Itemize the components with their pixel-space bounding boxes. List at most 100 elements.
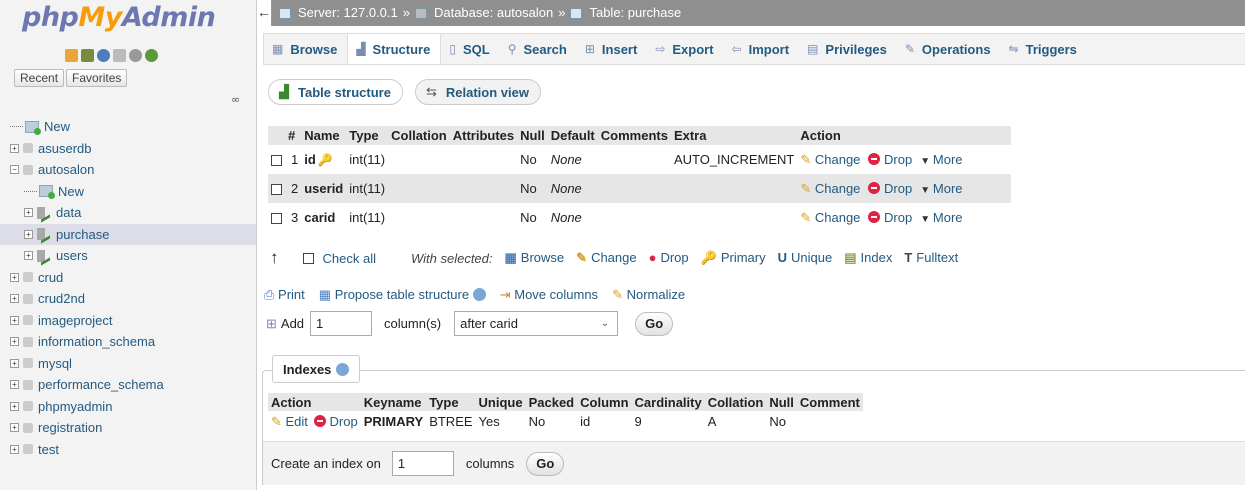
- bulk-index-link[interactable]: ▤ Index: [844, 250, 892, 266]
- change-link[interactable]: ✎ Change: [800, 181, 860, 196]
- propose-structure-link[interactable]: ▦ Propose table structure: [319, 287, 486, 303]
- bulk-browse-link[interactable]: ▦ Browse: [505, 250, 565, 266]
- tree-item-asuserdb[interactable]: + asuserdb: [10, 138, 256, 160]
- tree-item-phpmyadmin[interactable]: + phpmyadmin: [10, 396, 256, 418]
- settings-icon[interactable]: [129, 49, 142, 62]
- tree-item-registration[interactable]: + registration: [10, 417, 256, 439]
- more-dropdown[interactable]: ▼ More: [920, 181, 962, 196]
- index-edit-link[interactable]: ✎ Edit: [271, 414, 308, 429]
- add-column-position-select[interactable]: after carid ⌄: [454, 311, 619, 336]
- expand-icon[interactable]: +: [10, 315, 19, 325]
- change-link[interactable]: ✎ Change: [800, 210, 860, 225]
- expand-icon[interactable]: +: [10, 337, 19, 347]
- tree-item-performance-schema[interactable]: + performance_schema: [10, 374, 256, 396]
- field-name[interactable]: id: [304, 152, 316, 167]
- expand-icon[interactable]: +: [24, 229, 33, 239]
- expand-icon[interactable]: +: [10, 143, 19, 153]
- create-index-go-button[interactable]: Go: [526, 451, 565, 476]
- tab-operations[interactable]: ✎ Operations: [897, 34, 1001, 64]
- tab-import[interactable]: ⇦ Import: [724, 34, 800, 64]
- field-name[interactable]: userid: [304, 181, 343, 196]
- tree-item-autosalon[interactable]: − autosalon: [10, 159, 256, 181]
- collapse-arrow-icon[interactable]: ←: [257, 0, 272, 26]
- exit-icon[interactable]: [81, 49, 94, 62]
- expand-icon[interactable]: +: [10, 380, 19, 390]
- recent-button[interactable]: Recent: [14, 69, 65, 87]
- bulk-fulltext-link[interactable]: T Fulltext: [904, 250, 958, 266]
- breadcrumb-server[interactable]: Server: 127.0.0.1: [298, 0, 398, 26]
- tab-structure[interactable]: ▟ Structure: [347, 34, 442, 64]
- tab-search[interactable]: ⚲ Search: [500, 34, 577, 64]
- tree-item-test[interactable]: + test: [10, 439, 256, 461]
- change-link[interactable]: ✎ Change: [800, 152, 860, 167]
- propose-label: Propose table structure: [334, 287, 470, 302]
- index-drop-link[interactable]: Drop: [313, 414, 358, 429]
- expand-icon[interactable]: +: [10, 358, 19, 368]
- print-link[interactable]: ⎙ Print: [264, 287, 305, 303]
- tree-item-crud[interactable]: + crud: [10, 267, 256, 289]
- expand-icon[interactable]: +: [10, 272, 19, 282]
- tab-relation-view[interactable]: ⇆ Relation view: [414, 79, 541, 105]
- expand-icon[interactable]: +: [10, 423, 19, 433]
- drop-link[interactable]: Drop: [868, 181, 912, 196]
- tab-table-structure[interactable]: ▟ Table structure: [268, 79, 403, 105]
- row-checkbox[interactable]: [271, 213, 282, 225]
- bulk-drop-link[interactable]: ● Drop: [649, 250, 689, 266]
- tab-export[interactable]: ⇨ Export: [647, 34, 723, 64]
- tree-item-imageproject[interactable]: + imageproject: [10, 310, 256, 332]
- check-all[interactable]: Check all: [302, 251, 376, 266]
- drop-link[interactable]: Drop: [868, 210, 912, 225]
- row-checkbox[interactable]: [271, 184, 282, 196]
- field-attributes: [450, 145, 517, 174]
- tree-item-new[interactable]: New: [10, 181, 256, 203]
- favorites-button[interactable]: Favorites: [66, 69, 128, 87]
- more-dropdown[interactable]: ▼ More: [920, 210, 962, 225]
- link-icon[interactable]: ∞: [231, 93, 240, 106]
- help-icon[interactable]: [97, 49, 110, 62]
- chevron-down-icon: ⌄: [600, 318, 610, 329]
- check-all-checkbox[interactable]: [302, 252, 314, 264]
- tree-item-data[interactable]: + data: [10, 202, 256, 224]
- add-column-count-input[interactable]: 1: [310, 311, 373, 336]
- bulk-change-link[interactable]: ✎ Change: [576, 250, 636, 266]
- tree-item-users[interactable]: + users: [10, 245, 256, 267]
- field-name[interactable]: carid: [304, 210, 335, 225]
- breadcrumb-sep: »: [558, 5, 566, 20]
- collapse-icon[interactable]: −: [10, 165, 19, 175]
- row-checkbox[interactable]: [271, 155, 282, 167]
- help-icon[interactable]: [472, 288, 486, 301]
- expand-icon[interactable]: +: [10, 401, 19, 411]
- tree-item-information-schema[interactable]: + information_schema: [10, 331, 256, 353]
- tree-item-purchase[interactable]: + purchase: [0, 223, 256, 245]
- breadcrumb-table[interactable]: Table: purchase: [589, 0, 681, 26]
- tab-sql[interactable]: ▯ SQL: [441, 34, 499, 64]
- tree-item-crud2nd[interactable]: + crud2nd: [10, 288, 256, 310]
- reload-icon[interactable]: [145, 49, 158, 62]
- bulk-primary-link[interactable]: 🔑 Primary: [701, 250, 766, 266]
- create-index-count-input[interactable]: 1: [391, 451, 454, 476]
- indexes-legend[interactable]: Indexes: [272, 355, 361, 383]
- home-icon[interactable]: [65, 49, 78, 62]
- move-columns-link[interactable]: ⇥ Move columns: [500, 287, 598, 303]
- add-column-go-button[interactable]: Go: [635, 311, 674, 336]
- drop-link[interactable]: Drop: [868, 152, 912, 167]
- bulk-unique-link[interactable]: U Unique: [778, 250, 833, 266]
- tab-browse[interactable]: ▦ Browse: [264, 34, 347, 64]
- tree-item-new[interactable]: New: [10, 116, 256, 138]
- tree-item-mysql[interactable]: + mysql: [10, 353, 256, 375]
- field-actions: ✎ Change Drop ▼ More: [797, 145, 1010, 174]
- expand-icon[interactable]: +: [10, 294, 19, 304]
- index-collation: A: [704, 411, 767, 432]
- tab-triggers[interactable]: ⇋ Triggers: [1001, 34, 1087, 64]
- help-icon[interactable]: [336, 362, 350, 376]
- expand-icon[interactable]: +: [10, 444, 19, 454]
- expand-icon[interactable]: +: [24, 251, 33, 261]
- expand-icon[interactable]: +: [24, 208, 33, 218]
- phpmyadmin-logo[interactable]: phpMyAdmin: [22, 2, 216, 33]
- more-dropdown[interactable]: ▼ More: [920, 152, 962, 167]
- tab-insert[interactable]: ⊞ Insert: [577, 34, 647, 64]
- normalize-link[interactable]: ✎ Normalize: [612, 287, 685, 303]
- docs-icon[interactable]: [113, 49, 126, 62]
- tab-privileges[interactable]: ▤ Privileges: [799, 34, 897, 64]
- breadcrumb-database[interactable]: Database: autosalon: [434, 0, 553, 26]
